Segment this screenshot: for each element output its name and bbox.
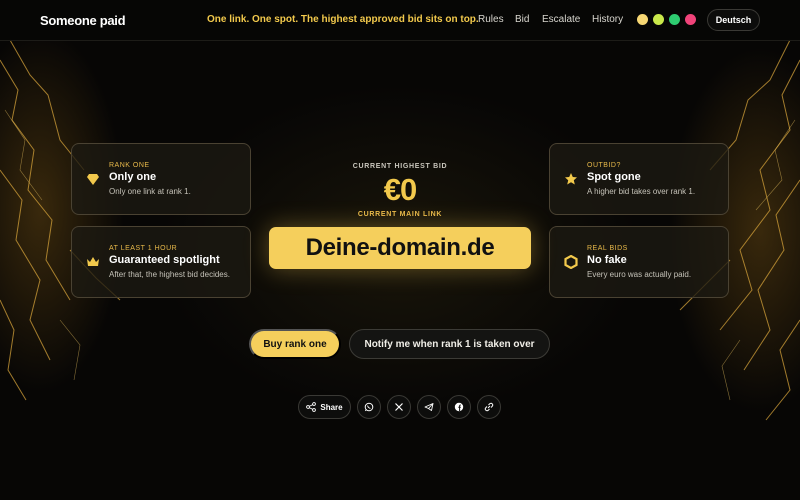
nav-escalate[interactable]: Escalate xyxy=(542,14,580,25)
language-button[interactable]: Deutsch xyxy=(707,9,760,31)
card-title: Spot gone xyxy=(587,171,641,183)
diamond-icon xyxy=(86,172,100,186)
feature-card-real-bids: REAL BIDS No fake Every euro was actuall… xyxy=(549,226,729,298)
share-icon xyxy=(306,402,317,412)
main-link-label: CURRENT MAIN LINK xyxy=(357,211,443,218)
card-title: Guaranteed spotlight xyxy=(109,254,220,266)
nav-bid[interactable]: Bid xyxy=(515,14,529,25)
share-x-button[interactable] xyxy=(387,395,411,419)
top-bar: Someone paid One link. One spot. The hig… xyxy=(0,0,800,41)
feature-card-rank-one: RANK ONE Only one Only one link at rank … xyxy=(71,143,251,215)
crown-icon xyxy=(86,255,100,269)
theme-dot-lime[interactable] xyxy=(653,14,664,25)
whatsapp-icon xyxy=(364,402,374,412)
card-eyebrow: RANK ONE xyxy=(109,162,150,169)
share-telegram-button[interactable] xyxy=(417,395,441,419)
card-description: Only one link at rank 1. xyxy=(109,187,191,196)
theme-dot-pink[interactable] xyxy=(685,14,696,25)
card-eyebrow: AT LEAST 1 HOUR xyxy=(109,245,178,252)
telegram-icon xyxy=(424,402,434,412)
brand-logo[interactable]: Someone paid xyxy=(40,13,126,28)
nav-history[interactable]: History xyxy=(592,14,623,25)
share-facebook-button[interactable] xyxy=(447,395,471,419)
facebook-icon xyxy=(454,402,464,412)
theme-dot-green[interactable] xyxy=(669,14,680,25)
card-eyebrow: REAL BIDS xyxy=(587,245,628,252)
x-icon xyxy=(394,402,404,412)
share-label: Share xyxy=(320,402,343,412)
star-icon xyxy=(564,172,578,186)
feature-card-outbid: OUTBID? Spot gone A higher bid takes ove… xyxy=(549,143,729,215)
card-eyebrow: OUTBID? xyxy=(587,162,621,169)
tagline: One link. One spot. The highest approved… xyxy=(207,14,479,25)
highest-bid-value: €0 xyxy=(383,172,417,207)
card-description: Every euro was actually paid. xyxy=(587,270,692,279)
feature-card-spotlight: AT LEAST 1 HOUR Guaranteed spotlight Aft… xyxy=(71,226,251,298)
theme-dot-yellow[interactable] xyxy=(637,14,648,25)
card-title: Only one xyxy=(109,171,157,183)
card-title: No fake xyxy=(587,254,627,266)
hexagon-icon xyxy=(564,255,578,269)
main-link[interactable]: Deine-domain.de xyxy=(269,227,531,269)
card-description: After that, the highest bid decides. xyxy=(109,270,230,279)
notify-button[interactable]: Notify me when rank 1 is taken over xyxy=(349,329,550,359)
highest-bid-label: CURRENT HIGHEST BID xyxy=(352,163,448,170)
card-description: A higher bid takes over rank 1. xyxy=(587,187,696,196)
buy-rank-one-button[interactable]: Buy rank one xyxy=(249,329,341,359)
nav-rules[interactable]: Rules xyxy=(478,14,504,25)
share-copy-link-button[interactable] xyxy=(477,395,501,419)
share-whatsapp-button[interactable] xyxy=(357,395,381,419)
link-icon xyxy=(484,402,494,412)
share-button[interactable]: Share xyxy=(298,395,351,419)
